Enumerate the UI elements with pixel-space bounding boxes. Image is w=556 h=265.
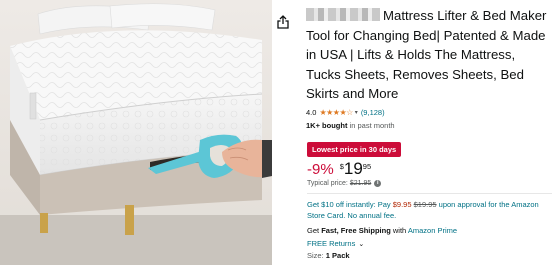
product-title-text: Mattress Lifter & Bed Maker Tool for Cha… — [306, 8, 547, 101]
shipping-row: Get Fast, Free Shipping with Amazon Prim… — [307, 226, 457, 235]
typical-price-label: Typical price: — [307, 180, 348, 187]
size-value: 1 Pack — [325, 251, 350, 260]
bought-period: in past month — [347, 121, 395, 130]
chevron-down-icon[interactable]: ▾ — [355, 109, 358, 116]
free-returns-label: FREE Returns — [307, 239, 356, 248]
store-card-offer[interactable]: Get $10 off instantly: Pay $9.95 $19.95 … — [307, 199, 547, 221]
free-returns-dropdown[interactable]: FREE Returns ⌄ — [307, 239, 364, 248]
brand-name-blurred — [306, 8, 380, 21]
deal-badge: Lowest price in 30 days — [307, 142, 402, 157]
divider — [307, 193, 552, 194]
rating-row: 4.0 ★★★★☆ ▾ (9,128) — [306, 108, 385, 117]
bought-in-past-month: 1K+ bought in past month — [306, 121, 395, 130]
shipping-prefix: Get — [307, 226, 322, 235]
info-icon[interactable]: i — [374, 180, 382, 187]
size-row: Size: 1 Pack — [307, 251, 350, 260]
shipping-middle: with — [390, 226, 408, 235]
product-title: Mattress Lifter & Bed Maker Tool for Cha… — [306, 6, 552, 104]
price-fraction: 95 — [362, 162, 372, 171]
product-image[interactable] — [0, 0, 272, 265]
price-whole: 19 — [343, 159, 363, 178]
rating-value: 4.0 — [306, 108, 317, 117]
chevron-down-icon: ⌄ — [358, 240, 365, 248]
typical-price-value: $21.95 — [349, 180, 372, 187]
offer-new-price: $9.95 — [392, 200, 412, 209]
rating-count-link[interactable]: (9,128) — [361, 108, 385, 117]
offer-old-price: $19.95 — [413, 200, 437, 209]
discount-percent: -9% — [307, 161, 334, 178]
price-row: -9% $ 19 95 — [307, 158, 371, 180]
shipping-strong: Fast, Free Shipping — [321, 226, 391, 235]
offer-prefix: Get $10 off instantly: Pay — [307, 200, 393, 209]
bought-count: 1K+ bought — [306, 121, 348, 130]
typical-price-row: Typical price: $21.95 i — [307, 180, 382, 187]
star-rating-icon[interactable]: ★★★★☆ — [319, 108, 353, 117]
size-label: Size: — [307, 251, 326, 260]
amazon-prime-link[interactable]: Amazon Prime — [408, 226, 457, 235]
share-icon[interactable] — [277, 15, 289, 29]
